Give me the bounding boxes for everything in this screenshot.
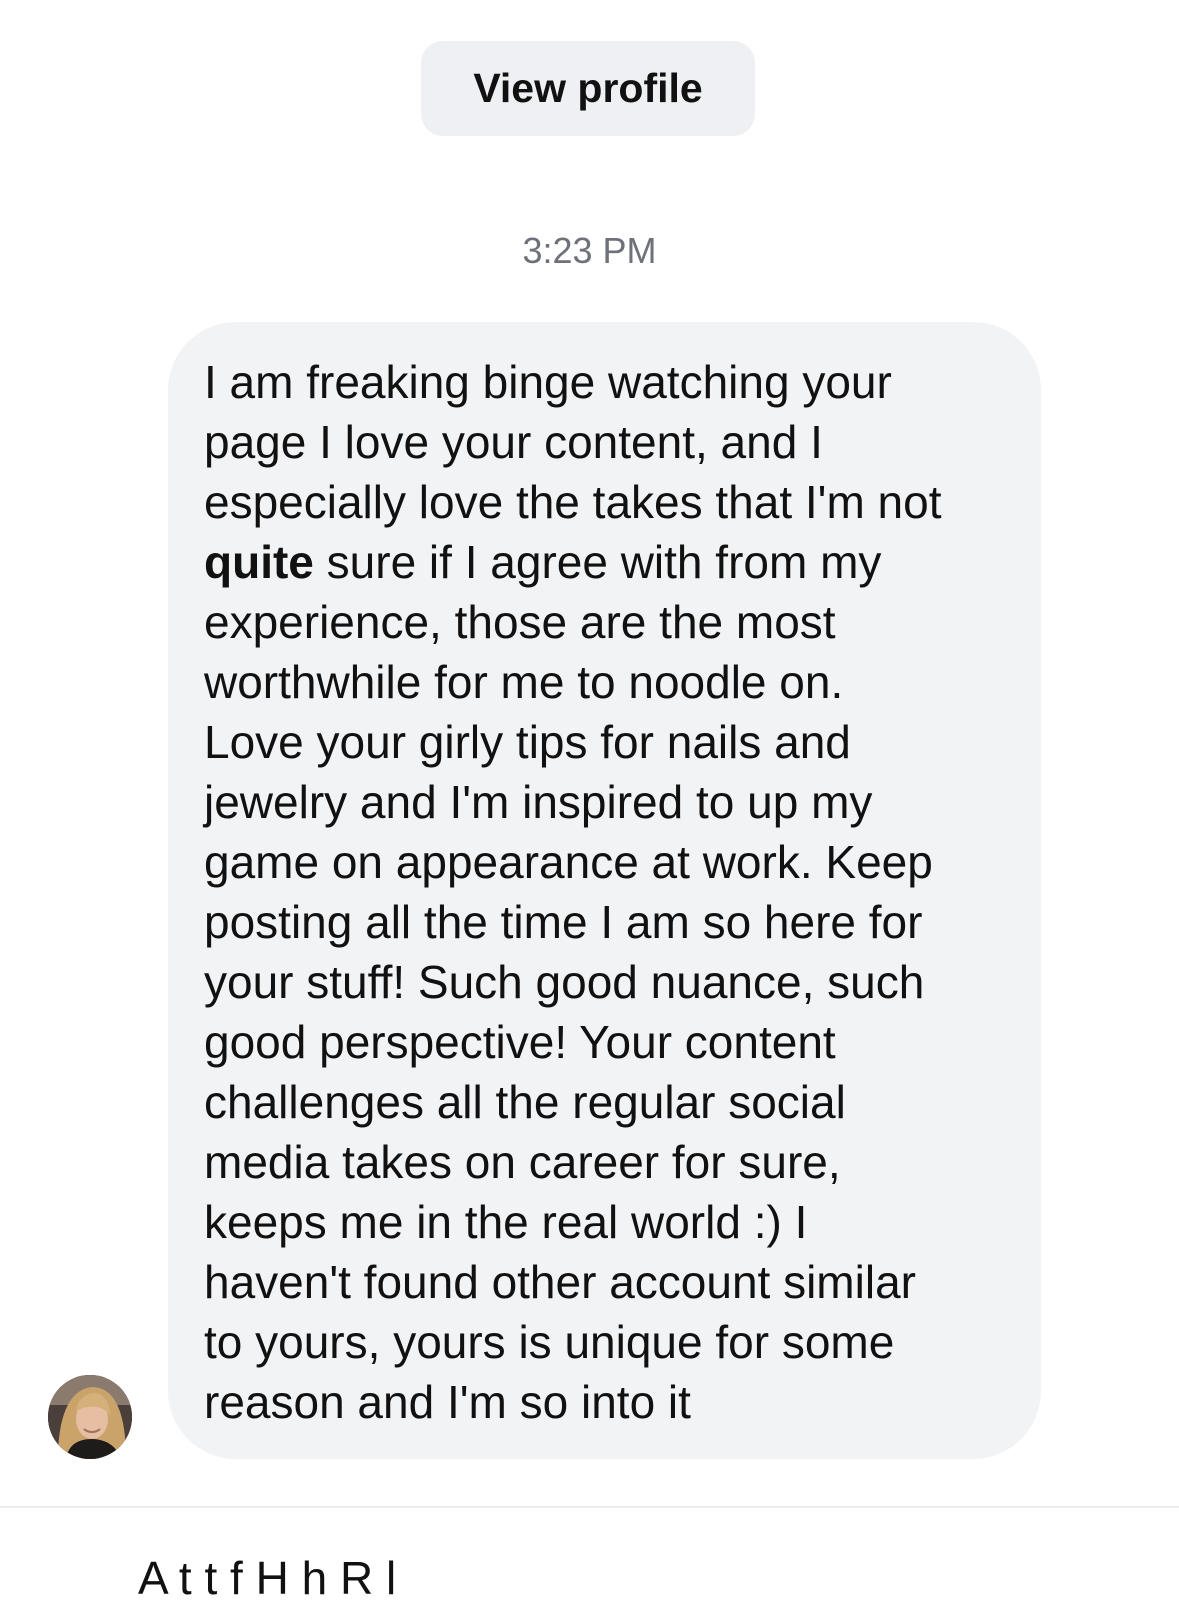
message-line: experience, those are the most xyxy=(204,596,836,648)
message-line: reason and I'm so into it xyxy=(204,1376,691,1428)
message-line: worthwhile for me to noodle on. xyxy=(204,656,844,708)
message-line-rest: sure if I agree with from my xyxy=(313,536,882,588)
message-line: posting all the time I am so here for xyxy=(204,896,923,948)
message-bold-word: quite xyxy=(204,536,314,588)
message-line: your stuff! Such good nuance, such xyxy=(204,956,925,1008)
message-line: Love your girly tips for nails and xyxy=(204,716,851,768)
message-line: game on appearance at work. Keep xyxy=(204,836,933,888)
message-line: jewelry and I'm inspired to up my xyxy=(204,776,873,828)
message-line: keeps me in the real world :) I xyxy=(204,1196,808,1248)
message-timestamp: 3:23 PM xyxy=(522,230,657,271)
message-text: I am freaking binge watching your page I… xyxy=(204,352,1005,1432)
message-line: I am freaking binge watching your xyxy=(204,356,892,408)
message-line: especially love the takes that I'm not xyxy=(204,476,942,528)
view-profile-button[interactable]: View profile xyxy=(421,41,755,136)
partial-footer-text: A t t f H h R l xyxy=(138,1552,397,1604)
message-line: quite sure if I agree with from my xyxy=(204,532,1005,592)
message-line: challenges all the regular social xyxy=(204,1076,846,1128)
avatar-photo-icon xyxy=(48,1375,132,1459)
message-line: page I love your content, and I xyxy=(204,416,823,468)
message-line: media takes on career for sure, xyxy=(204,1136,841,1188)
sender-avatar[interactable] xyxy=(48,1375,132,1459)
message-line: to yours, yours is unique for some xyxy=(204,1316,895,1368)
message-line: good perspective! Your content xyxy=(204,1016,836,1068)
message-line: haven't found other account similar xyxy=(204,1256,916,1308)
divider xyxy=(0,1506,1179,1508)
message-bubble[interactable]: I am freaking binge watching your page I… xyxy=(168,322,1041,1459)
